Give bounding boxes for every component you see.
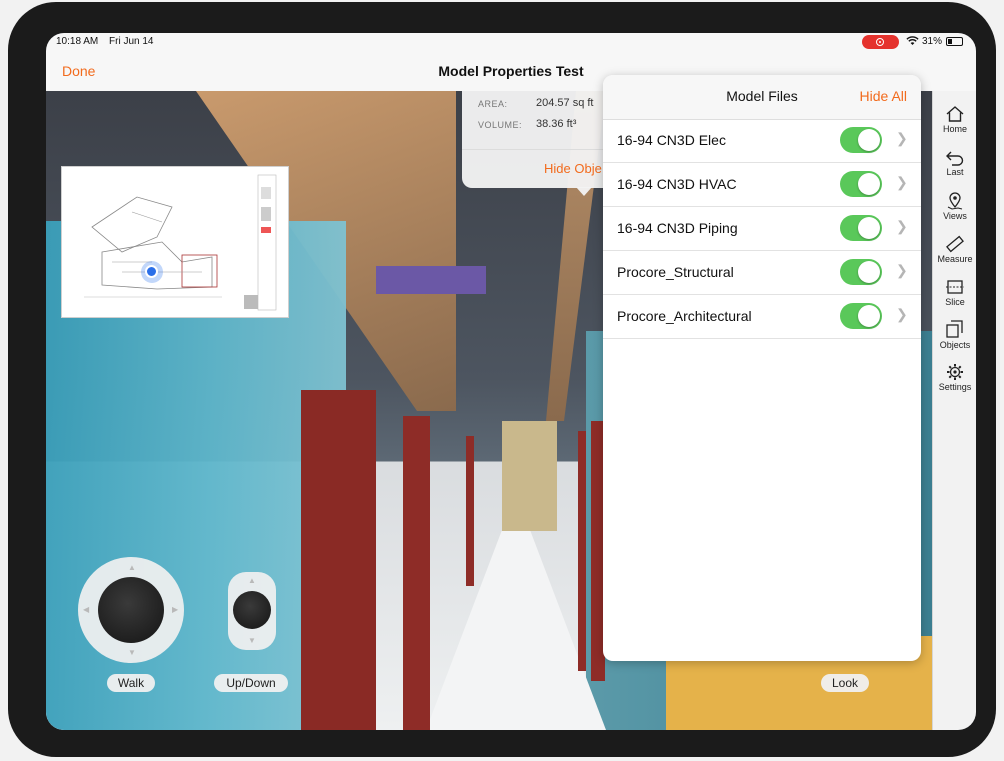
toolbar-label: Measure [937, 254, 973, 264]
home-icon [946, 106, 964, 122]
undo-arrow-icon [946, 151, 964, 166]
chevron-right-icon[interactable]: ❯ [896, 306, 908, 323]
scene-door [466, 436, 474, 586]
area-label: AREA: [478, 99, 508, 109]
toolbar-label: Objects [939, 340, 971, 350]
current-location-marker [145, 265, 158, 278]
model-files-panel: Model Files Hide All 16-94 CN3D Elec ❯ 1… [603, 75, 921, 661]
measure-button[interactable]: Measure [933, 235, 976, 264]
gear-icon [947, 364, 963, 380]
visibility-toggle[interactable] [840, 127, 882, 153]
model-file-row-architectural[interactable]: Procore_Architectural ❯ [603, 295, 921, 339]
toolbar-label: Views [943, 211, 967, 221]
model-file-row-elec[interactable]: 16-94 CN3D Elec ❯ [603, 119, 921, 163]
map-pin-icon [947, 192, 963, 210]
toolbar-label: Last [946, 167, 964, 177]
chevron-left-icon: ◀ [83, 605, 90, 614]
views-button[interactable]: Views [933, 192, 976, 221]
scene-door [301, 390, 376, 730]
floor-plan-minimap[interactable] [61, 166, 289, 318]
chevron-down-icon: ▼ [248, 636, 256, 645]
battery-percent: 31% [922, 36, 943, 47]
scene-door [403, 416, 430, 730]
model-file-row-hvac[interactable]: 16-94 CN3D HVAC ❯ [603, 163, 921, 207]
device-bezel: 10:18 AM Fri Jun 14 31% Done Model Prope… [8, 2, 996, 757]
scene-duct [376, 266, 486, 294]
toggle-knob [858, 261, 880, 283]
chevron-right-icon[interactable]: ❯ [896, 262, 908, 279]
visibility-toggle[interactable] [840, 303, 882, 329]
scene-door [578, 431, 586, 671]
model-files-header: Model Files Hide All [603, 75, 921, 120]
chevron-up-icon: ▲ [248, 576, 256, 585]
model-files-list: 16-94 CN3D Elec ❯ 16-94 CN3D HVAC ❯ 16-9… [603, 119, 921, 339]
objects-icon [946, 320, 963, 338]
visibility-toggle[interactable] [840, 215, 882, 241]
volume-value: 38.36 ft³ [536, 118, 577, 130]
last-button[interactable]: Last [933, 150, 976, 177]
walk-joystick-knob[interactable] [98, 577, 164, 643]
right-toolbar: Home Last Views Measure Slice Objects Se… [932, 91, 976, 730]
slice-button[interactable]: Slice [933, 278, 976, 307]
volume-label: VOLUME: [478, 120, 523, 130]
toggle-knob [858, 173, 880, 195]
area-value: 204.57 sq ft [536, 97, 594, 109]
toolbar-label: Settings [938, 382, 972, 392]
toggle-knob [858, 129, 880, 151]
updown-joystick[interactable]: ▲ ▼ [228, 572, 276, 650]
look-label: Look [821, 674, 869, 692]
screen: 10:18 AM Fri Jun 14 31% Done Model Prope… [46, 33, 976, 730]
chevron-right-icon[interactable]: ❯ [896, 130, 908, 147]
updown-joystick-knob[interactable] [233, 591, 271, 629]
walk-joystick[interactable]: ▲ ▼ ◀ ▶ [78, 557, 184, 663]
model-file-label: 16-94 CN3D Elec [617, 132, 726, 148]
walk-label: Walk [107, 674, 155, 692]
scene-corridor-end [502, 421, 557, 531]
hide-object-button[interactable]: Hide Obje [544, 161, 602, 176]
settings-button[interactable]: Settings [933, 363, 976, 392]
chevron-right-icon[interactable]: ❯ [896, 218, 908, 235]
ruler-icon [946, 235, 964, 253]
chevron-down-icon: ▼ [128, 648, 136, 657]
wifi-icon [906, 36, 919, 49]
chevron-right-icon[interactable]: ❯ [896, 174, 908, 191]
status-time: 10:18 AM [56, 36, 99, 47]
model-file-label: 16-94 CN3D HVAC [617, 176, 737, 192]
home-button[interactable]: Home [933, 105, 976, 134]
toggle-knob [858, 217, 880, 239]
model-file-label: Procore_Architectural [617, 308, 752, 324]
chevron-up-icon: ▲ [128, 563, 136, 572]
updown-label: Up/Down [214, 674, 288, 692]
record-icon [876, 38, 884, 46]
model-file-row-structural[interactable]: Procore_Structural ❯ [603, 251, 921, 295]
objects-button[interactable]: Objects [933, 319, 976, 350]
slice-icon [946, 280, 964, 294]
status-bar: 10:18 AM Fri Jun 14 31% [46, 33, 976, 53]
screen-recording-indicator[interactable] [862, 35, 899, 49]
status-date: Fri Jun 14 [109, 36, 154, 47]
popover-arrow [576, 187, 592, 196]
toolbar-label: Home [942, 124, 967, 134]
chevron-right-icon: ▶ [172, 605, 179, 614]
battery-icon [946, 37, 963, 46]
visibility-toggle[interactable] [840, 259, 882, 285]
model-file-label: 16-94 CN3D Piping [617, 220, 738, 236]
hide-all-button[interactable]: Hide All [860, 88, 907, 104]
visibility-toggle[interactable] [840, 171, 882, 197]
model-file-label: Procore_Structural [617, 264, 734, 280]
model-file-row-piping[interactable]: 16-94 CN3D Piping ❯ [603, 207, 921, 251]
toolbar-label: Slice [945, 297, 965, 307]
toggle-knob [858, 305, 880, 327]
